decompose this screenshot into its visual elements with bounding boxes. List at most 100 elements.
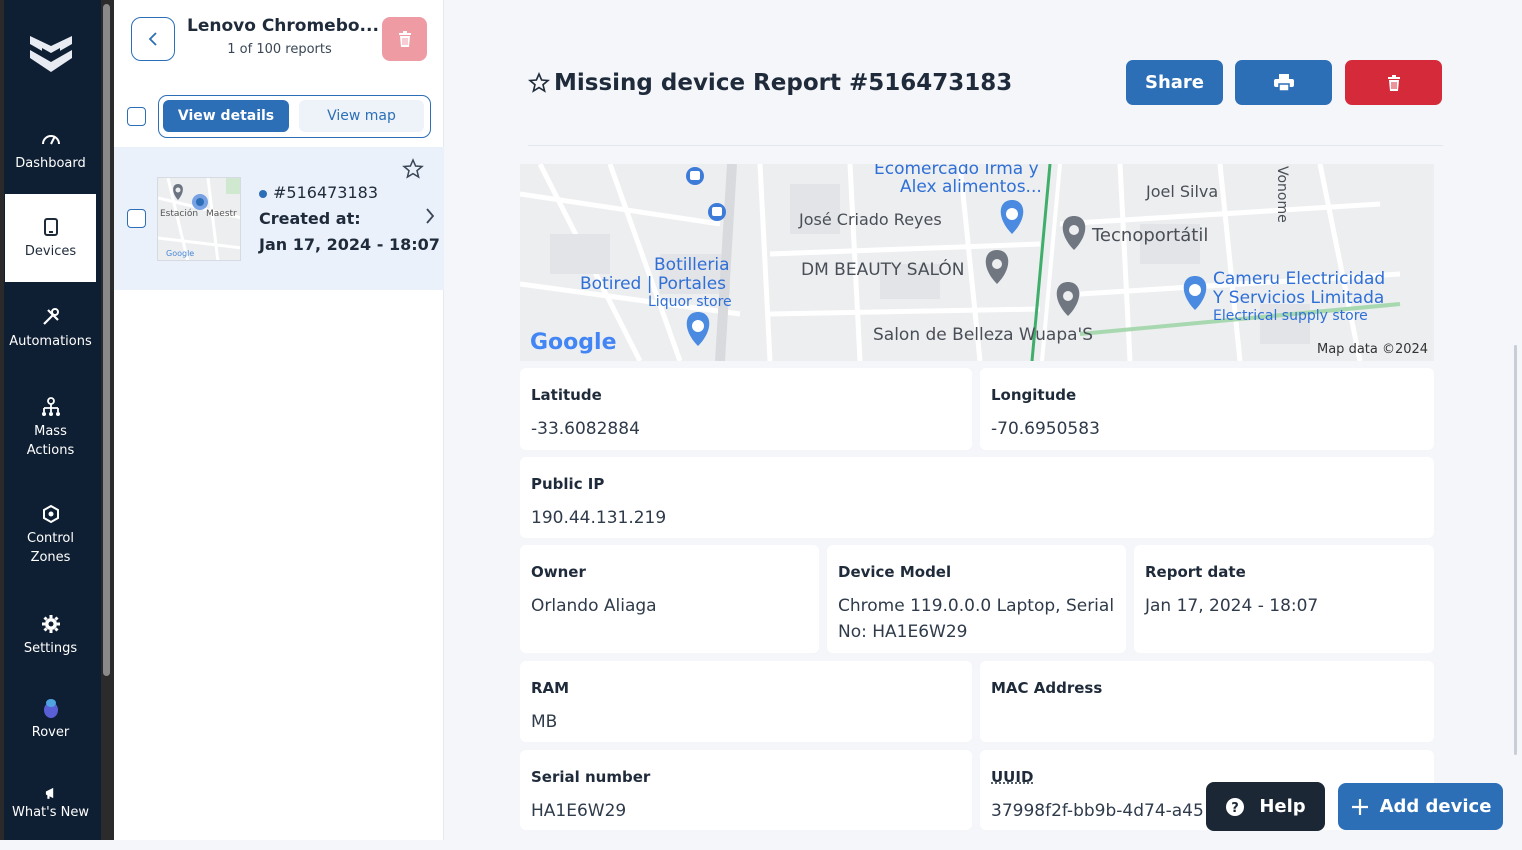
longitude-value: -70.6950583 <box>991 419 1100 439</box>
sidebar: Dashboard Devices Automations Mass Actio… <box>0 0 114 840</box>
add-device-button[interactable]: Add device <box>1338 783 1503 830</box>
trash-icon <box>398 31 411 47</box>
main-scrollbar[interactable] <box>1514 345 1517 755</box>
print-button[interactable] <box>1235 60 1332 105</box>
sidebar-item-automations[interactable]: Automations <box>5 306 96 362</box>
add-device-label: Add device <box>1379 796 1492 817</box>
sidebar-item-mass-actions[interactable]: Mass Actions <box>5 396 96 466</box>
field-label: Public IP <box>531 475 605 493</box>
sidebar-item-rover[interactable]: Rover <box>5 697 96 747</box>
select-all-checkbox[interactable] <box>127 107 146 126</box>
brand-logo-icon <box>30 36 72 72</box>
help-label: Help <box>1259 796 1306 817</box>
mac-address-card: MAC Address <box>980 661 1434 742</box>
report-details: Missing device Report #516473183 Share E… <box>444 0 1522 840</box>
report-id-text: #516473183 <box>273 183 379 202</box>
field-label: UUID <box>991 768 1034 786</box>
star-icon[interactable] <box>528 72 550 94</box>
device-model-card: Device Model Chrome 119.0.0.0 Laptop, Se… <box>827 545 1126 653</box>
sidebar-item-label: What's New <box>12 805 89 820</box>
page-title-text: Missing device Report #516473183 <box>554 70 1013 96</box>
question-icon: ? <box>1226 797 1245 816</box>
delete-report-button[interactable] <box>1345 60 1442 105</box>
map-place-label: José Criado Reyes <box>799 210 942 229</box>
longitude-card: Longitude -70.6950583 <box>980 368 1434 450</box>
field-label: Longitude <box>991 386 1077 404</box>
rover-icon <box>43 699 58 718</box>
map-thumbnail: Estación Maestr Google <box>157 177 241 261</box>
hierarchy-icon <box>41 397 60 416</box>
field-label: Report date <box>1145 563 1246 581</box>
map-attribution: Map data ©2024 <box>1317 342 1429 357</box>
latitude-card: Latitude -33.6082884 <box>520 368 972 450</box>
delete-device-button[interactable] <box>382 17 427 61</box>
created-label: Created at: <box>259 209 361 228</box>
status-dot <box>259 189 267 198</box>
sidebar-item-devices[interactable]: Devices <box>5 194 96 282</box>
svg-text:?: ? <box>1232 801 1240 816</box>
view-toggle: View details View map <box>158 95 431 138</box>
map-poi-label: Electrical supply store <box>1213 308 1368 324</box>
public-ip-value: 190.44.131.219 <box>531 508 667 528</box>
view-details-tab[interactable]: View details <box>163 100 289 132</box>
help-button[interactable]: ? Help <box>1206 782 1325 831</box>
tools-icon <box>42 308 59 325</box>
chevron-right-icon[interactable] <box>424 206 436 226</box>
thumb-label-right: Maestr <box>206 209 237 219</box>
device-name-title: Lenovo Chromebo... <box>187 16 379 36</box>
map-poi-label: Y Servicios Limitada <box>1213 288 1385 308</box>
sidebar-item-label: Control Zones <box>27 531 74 565</box>
field-label: Device Model <box>838 563 952 581</box>
ram-value: MB <box>531 712 558 732</box>
sidebar-item-label: Mass Actions <box>26 424 75 458</box>
share-button[interactable]: Share <box>1126 60 1223 105</box>
device-icon <box>43 218 58 236</box>
field-label: RAM <box>531 679 570 697</box>
map-place-label: DM BEAUTY SALÓN <box>801 260 965 280</box>
sidebar-item-label: Devices <box>24 244 77 259</box>
report-id: #516473183 <box>259 183 378 202</box>
megaphone-icon <box>45 787 53 799</box>
field-label: Serial number <box>531 768 651 786</box>
trash-icon <box>1387 74 1400 91</box>
owner-value: Orlando Aliaga <box>531 596 657 616</box>
sidebar-item-control-zones[interactable]: Control Zones <box>5 503 96 575</box>
map-place-label: Vonome <box>1274 166 1290 223</box>
chevron-left-icon <box>148 32 157 46</box>
view-map-tab[interactable]: View map <box>299 100 424 132</box>
serial-number-value: HA1E6W29 <box>531 801 627 821</box>
report-date-value: Jan 17, 2024 - 18:07 <box>1145 596 1319 616</box>
thumb-label-left: Estación <box>160 208 198 219</box>
map-poi-label: Liquor store <box>648 294 732 310</box>
sidebar-scrollbar-thumb[interactable] <box>103 4 110 676</box>
sidebar-item-label: Settings <box>23 641 78 656</box>
owner-card: Owner Orlando Aliaga <box>520 545 819 653</box>
report-date-card: Report date Jan 17, 2024 - 18:07 <box>1134 545 1434 653</box>
map-place-label: Tecnoportátil <box>1092 225 1209 246</box>
row-checkbox[interactable] <box>127 209 146 228</box>
sidebar-item-settings[interactable]: Settings <box>5 613 96 669</box>
page-title: Missing device Report #516473183 <box>528 70 1012 96</box>
location-map[interactable]: Ecomercado Irma y Alex alimentos... José… <box>520 164 1434 361</box>
map-poi-label: Botilleria <box>654 255 730 275</box>
zone-icon <box>42 504 59 524</box>
field-label: MAC Address <box>991 679 1103 697</box>
map-place-label: Salon de Belleza Wuapa'S <box>873 325 1094 345</box>
serial-number-card: Serial number HA1E6W29 <box>520 750 972 830</box>
sidebar-item-label: Automations <box>9 334 92 349</box>
sidebar-item-dashboard[interactable]: Dashboard <box>5 128 96 188</box>
sidebar-item-whats-new[interactable]: What's New <box>5 785 96 829</box>
latitude-value: -33.6082884 <box>531 419 640 439</box>
back-button[interactable] <box>131 17 175 61</box>
plus-icon <box>1351 798 1368 815</box>
sidebar-scrollbar[interactable] <box>101 0 114 840</box>
map-poi-label: Botired | Portales <box>580 274 727 294</box>
header-divider <box>528 145 1443 146</box>
field-label: Latitude <box>531 386 602 404</box>
field-label: Owner <box>531 563 586 581</box>
map-poi-label: Cameru Electricidad <box>1213 269 1386 289</box>
window-edge <box>0 0 4 840</box>
star-icon[interactable] <box>402 158 424 180</box>
list-item[interactable]: Estación Maestr Google #516473183 Create… <box>114 147 444 290</box>
gear-icon <box>41 615 60 633</box>
